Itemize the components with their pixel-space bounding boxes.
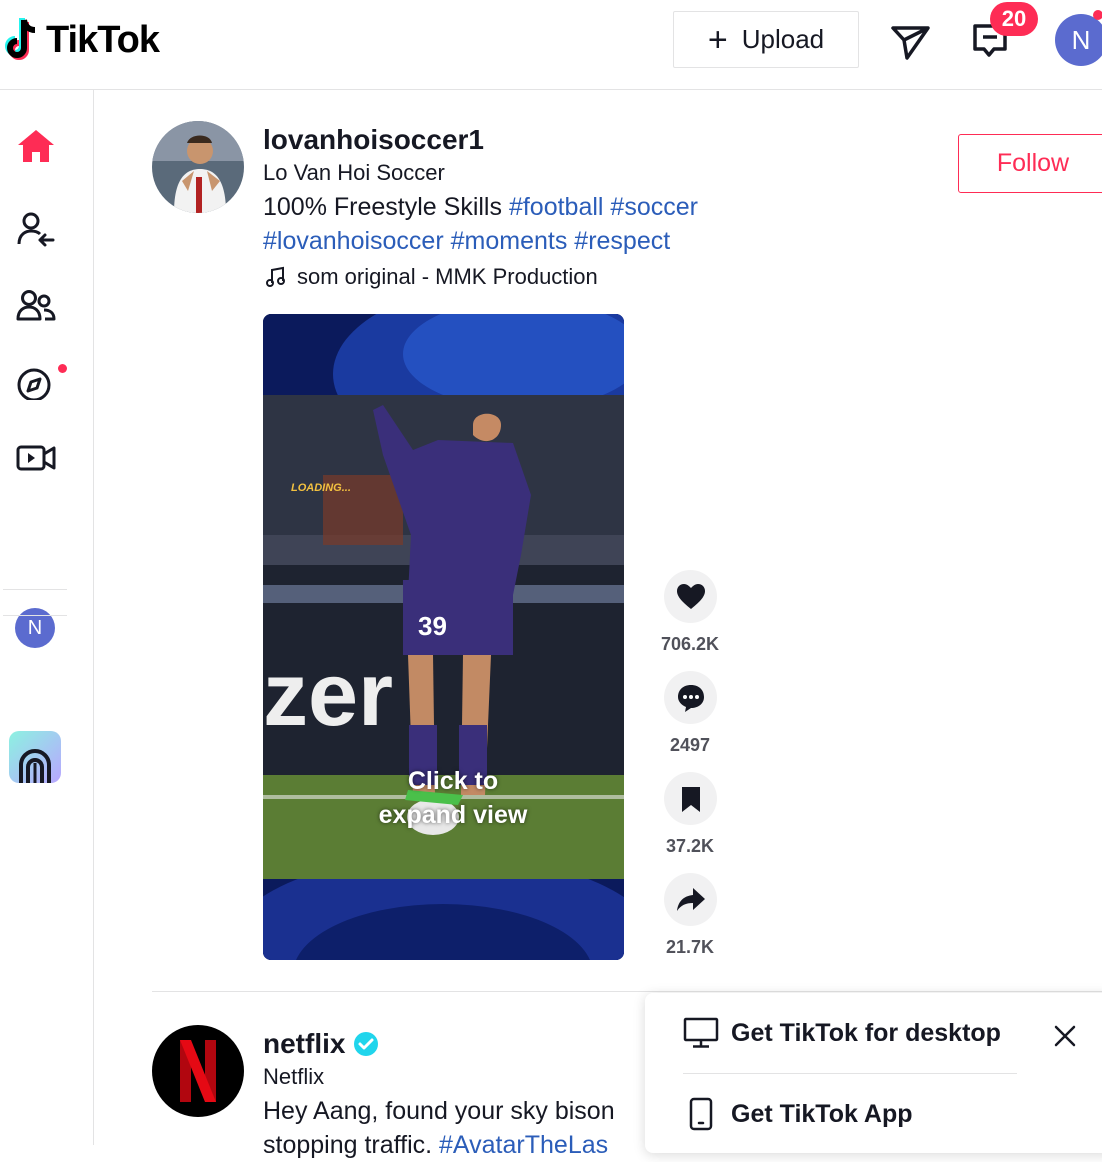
expand-view-overlay[interactable]: Click to expand view xyxy=(363,764,543,832)
post2-username-row[interactable]: netflix xyxy=(263,1028,379,1060)
like-count: 706.2K xyxy=(660,634,720,654)
netflix-logo-icon xyxy=(180,1040,216,1102)
profile-avatar[interactable]: N xyxy=(1055,14,1102,66)
music-note-icon xyxy=(266,266,285,287)
get-app-popup: Get TikTok for desktop Get TikTok App xyxy=(645,993,1102,1153)
sidebar-item-home[interactable] xyxy=(10,120,62,172)
verified-badge-icon xyxy=(354,1032,379,1056)
hashtag-link[interactable]: #soccer xyxy=(610,193,698,221)
left-sidebar: N xyxy=(0,90,94,1145)
post-username[interactable]: lovanhoisoccer1 xyxy=(263,124,484,156)
follow-button[interactable]: Follow xyxy=(958,134,1102,193)
desktop-monitor-icon xyxy=(683,1017,719,1048)
plus-icon: + xyxy=(707,20,728,59)
hashtag-link[interactable]: #AvatarTheLas xyxy=(439,1131,608,1159)
sidebar-divider xyxy=(3,615,67,616)
loading-text: LOADING... xyxy=(291,482,351,494)
post2-desc-line2: stopping traffic. xyxy=(263,1131,440,1159)
home-icon xyxy=(18,130,54,162)
phone-icon xyxy=(689,1097,713,1131)
post-author-avatar[interactable] xyxy=(152,121,244,213)
get-desktop-label: Get TikTok for desktop xyxy=(731,1018,1001,1047)
feed-divider xyxy=(152,991,1102,992)
bookmark-icon xyxy=(681,786,700,812)
sidebar-item-profile[interactable]: N xyxy=(15,608,55,648)
post2-desc-line1: Hey Aang, found your sky bison xyxy=(263,1097,615,1125)
post-music[interactable]: som original - MMK Production xyxy=(265,264,598,290)
hashtag-link[interactable]: #lovanhoisoccer xyxy=(263,227,444,255)
save-button[interactable] xyxy=(664,772,717,825)
share-arrow-icon xyxy=(676,887,705,911)
logo-text: TikTok xyxy=(46,18,160,61)
svg-text:zer: zer xyxy=(263,645,393,745)
get-app-label: Get TikTok App xyxy=(731,1099,913,1128)
comment-count: 2497 xyxy=(669,735,711,755)
tiktok-logo[interactable]: TikTok xyxy=(2,14,160,66)
comment-icon xyxy=(677,684,704,712)
get-app-link[interactable]: Get TikTok App xyxy=(683,1097,913,1131)
post2-author-avatar[interactable] xyxy=(152,1025,244,1117)
arch-icon xyxy=(19,749,51,783)
popup-divider xyxy=(683,1073,1017,1074)
sidebar-item-explore[interactable] xyxy=(10,354,62,406)
close-icon[interactable] xyxy=(1050,1021,1080,1051)
share-count: 21.7K xyxy=(665,937,715,957)
upload-label: Upload xyxy=(741,24,825,54)
messages-send-icon[interactable] xyxy=(890,22,932,62)
close-x-icon xyxy=(1054,1025,1076,1047)
sidebar-item-live[interactable] xyxy=(10,432,62,484)
like-button[interactable] xyxy=(664,570,717,623)
sidebar-item-following[interactable] xyxy=(10,204,62,256)
get-desktop-link[interactable]: Get TikTok for desktop xyxy=(683,1017,1001,1049)
post2-nickname[interactable]: Netflix xyxy=(263,1064,324,1090)
following-icon xyxy=(17,212,55,247)
sidebar-divider xyxy=(3,589,67,590)
friends-icon xyxy=(16,290,56,321)
sidebar-item-friends[interactable] xyxy=(10,280,62,332)
upload-button[interactable]: + Upload xyxy=(673,11,859,68)
live-video-icon xyxy=(16,445,56,471)
author-photo xyxy=(152,121,244,213)
save-count: 37.2K xyxy=(665,836,715,856)
post-description: 100% Freestyle Skills #football #soccer … xyxy=(263,190,763,258)
hashtag-link[interactable]: #football xyxy=(509,193,604,221)
top-header: TikTok + Upload 20 N xyxy=(0,0,1102,90)
notification-dot xyxy=(1093,10,1102,20)
live-studio-icon[interactable] xyxy=(9,731,61,783)
music-title: som original - MMK Production xyxy=(297,264,598,289)
compass-icon xyxy=(17,368,51,400)
post2-username: netflix xyxy=(263,1028,346,1059)
jersey-number: 39 xyxy=(418,611,447,641)
heart-icon xyxy=(676,583,705,609)
hashtag-link[interactable]: #moments xyxy=(451,227,568,255)
tiktok-note-icon xyxy=(5,18,36,60)
post-desc-text: 100% Freestyle Skills xyxy=(263,193,509,221)
video-player[interactable]: zer 39 LOADING... Click to expand view xyxy=(263,314,624,960)
post-nickname[interactable]: Lo Van Hoi Soccer xyxy=(263,160,445,186)
post2-description: Hey Aang, found your sky bison stopping … xyxy=(263,1094,663,1162)
comment-button[interactable] xyxy=(664,671,717,724)
hashtag-link[interactable]: #respect xyxy=(574,227,670,255)
inbox-badge: 20 xyxy=(990,2,1038,36)
explore-notification-dot xyxy=(58,364,67,373)
share-button[interactable] xyxy=(664,873,717,926)
